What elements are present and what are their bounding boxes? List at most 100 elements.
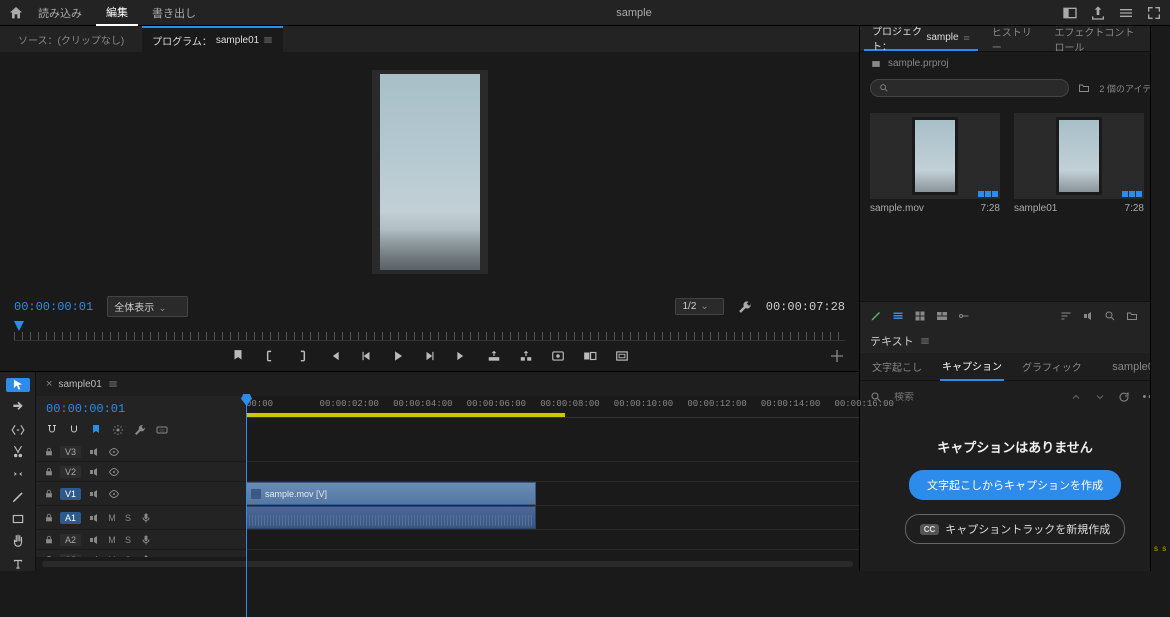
- in-point-icon[interactable]: [263, 349, 277, 363]
- timeline-timecode[interactable]: 00:00:00:01: [36, 396, 246, 422]
- track-label[interactable]: A3: [60, 554, 81, 558]
- go-to-in-icon[interactable]: [327, 349, 341, 363]
- track-label[interactable]: V1: [60, 488, 81, 500]
- quick-export-icon[interactable]: [1118, 5, 1134, 21]
- solo-toggle[interactable]: S: [123, 535, 133, 545]
- graphic-subtab[interactable]: グラフィック: [1020, 353, 1084, 380]
- new-bin-toolbar-icon[interactable]: [1126, 310, 1138, 322]
- video-clip[interactable]: sample.mov [V]: [246, 482, 536, 505]
- audio-meter-strip[interactable]: s s: [1150, 26, 1170, 571]
- track-header-v2[interactable]: V2: [36, 462, 246, 482]
- home-icon[interactable]: [8, 5, 24, 21]
- safe-margins-icon[interactable]: [615, 349, 629, 363]
- menu-edit[interactable]: 編集: [96, 0, 138, 26]
- text-panel-tab[interactable]: テキスト: [870, 333, 914, 349]
- selection-tool[interactable]: [6, 378, 30, 392]
- caption-search-input[interactable]: [894, 392, 1058, 403]
- type-tool[interactable]: [6, 557, 30, 571]
- text-menu-icon[interactable]: [920, 336, 930, 346]
- voiceover-icon[interactable]: [139, 534, 153, 546]
- track-output-icon[interactable]: [87, 446, 101, 458]
- audio-clip[interactable]: [246, 506, 536, 529]
- mute-toggle[interactable]: M: [107, 555, 117, 558]
- lock-icon[interactable]: [44, 555, 54, 558]
- project-search-input[interactable]: [895, 83, 1060, 94]
- cc-timeline-icon[interactable]: CC: [156, 424, 168, 436]
- marker-span-icon[interactable]: [90, 424, 102, 436]
- tab-menu-icon[interactable]: [263, 35, 273, 45]
- lock-icon[interactable]: [44, 513, 54, 523]
- timeline-settings-icon[interactable]: [112, 424, 124, 436]
- marker-icon[interactable]: [231, 349, 245, 363]
- eye-icon[interactable]: [107, 466, 121, 478]
- program-viewer[interactable]: [0, 52, 859, 292]
- export-frame-icon[interactable]: [551, 349, 565, 363]
- prev-result-icon[interactable]: [1070, 391, 1082, 403]
- program-tab[interactable]: プログラム：sample01: [142, 26, 283, 52]
- out-point-icon[interactable]: [295, 349, 309, 363]
- program-scrubber[interactable]: [14, 321, 845, 341]
- project-item[interactable]: sample.mov7:28: [870, 113, 1000, 289]
- play-icon[interactable]: [391, 349, 405, 363]
- ripple-edit-tool[interactable]: [6, 423, 30, 437]
- icon-view-icon[interactable]: [914, 310, 926, 322]
- new-caption-track-button[interactable]: CC キャプショントラックを新規作成: [905, 514, 1126, 544]
- timeline-playhead[interactable]: [246, 396, 247, 617]
- proj-menu-icon[interactable]: [963, 33, 970, 43]
- resolution-select[interactable]: 1/2⌄: [675, 298, 723, 315]
- freeform-view-icon[interactable]: [936, 310, 948, 322]
- source-tab[interactable]: ソース：(クリップなし): [8, 26, 134, 52]
- track-header-a1[interactable]: A1 M S: [36, 506, 246, 530]
- razor-tool[interactable]: [6, 445, 30, 459]
- work-area-bar[interactable]: [246, 413, 565, 417]
- go-to-out-icon[interactable]: [455, 349, 469, 363]
- track-header-v3[interactable]: V3: [36, 442, 246, 462]
- pen-tool[interactable]: [6, 490, 30, 504]
- add-button-icon[interactable]: [829, 348, 845, 364]
- track-select-tool[interactable]: [6, 400, 30, 414]
- project-search[interactable]: [870, 79, 1069, 97]
- refresh-icon[interactable]: [1118, 391, 1130, 403]
- track-output-icon[interactable]: [87, 466, 101, 478]
- settings-wrench-icon[interactable]: [738, 300, 752, 314]
- track-header-v1[interactable]: V1: [36, 482, 246, 506]
- caption-subtab[interactable]: キャプション: [940, 352, 1004, 381]
- automate-icon[interactable]: [1082, 310, 1094, 322]
- timeline-ruler[interactable]: 00:00 00:00:02:00 00:00:04:00 00:00:06:0…: [246, 396, 859, 418]
- track-output-icon[interactable]: [87, 488, 101, 500]
- comparison-icon[interactable]: [583, 349, 597, 363]
- timecode-in[interactable]: 00:00:00:01: [14, 300, 93, 314]
- project-item[interactable]: sample017:28: [1014, 113, 1144, 289]
- wrench-timeline-icon[interactable]: [134, 424, 146, 436]
- sequence-tab[interactable]: sample01: [58, 379, 117, 390]
- mute-toggle[interactable]: M: [107, 513, 117, 523]
- eye-icon[interactable]: [107, 446, 121, 458]
- solo-toggle[interactable]: S: [123, 513, 133, 523]
- track-header-a3[interactable]: A3 M S: [36, 550, 246, 557]
- zoom-slider-icon[interactable]: [958, 310, 970, 322]
- seq-menu-icon[interactable]: [108, 379, 118, 389]
- lock-icon[interactable]: [44, 447, 54, 457]
- track-label[interactable]: A1: [60, 512, 81, 524]
- history-tab[interactable]: ヒストリー: [984, 26, 1041, 51]
- close-sequence-icon[interactable]: ×: [46, 378, 52, 390]
- track-label[interactable]: V3: [60, 446, 81, 458]
- track-label[interactable]: V2: [60, 466, 81, 478]
- fullscreen-icon[interactable]: [1146, 5, 1162, 21]
- lift-icon[interactable]: [487, 349, 501, 363]
- lock-icon[interactable]: [44, 467, 54, 477]
- solo-toggle[interactable]: S: [123, 555, 133, 558]
- voiceover-icon[interactable]: [139, 512, 153, 524]
- new-bin-icon[interactable]: [1077, 82, 1091, 94]
- mute-toggle[interactable]: M: [107, 535, 117, 545]
- timeline-track-area[interactable]: sample.mov [V]: [246, 442, 859, 557]
- effect-controls-tab[interactable]: エフェクトコントロール: [1046, 26, 1151, 51]
- scrubber-playhead[interactable]: [14, 321, 24, 331]
- workspace-icon[interactable]: [1062, 5, 1078, 21]
- share-icon[interactable]: [1090, 5, 1106, 21]
- track-output-icon[interactable]: [87, 534, 101, 546]
- track-header-a2[interactable]: A2 M S: [36, 530, 246, 550]
- eye-icon[interactable]: [107, 488, 121, 500]
- zoom-fit-select[interactable]: 全体表示⌄: [107, 296, 187, 317]
- snap-icon[interactable]: [46, 424, 58, 436]
